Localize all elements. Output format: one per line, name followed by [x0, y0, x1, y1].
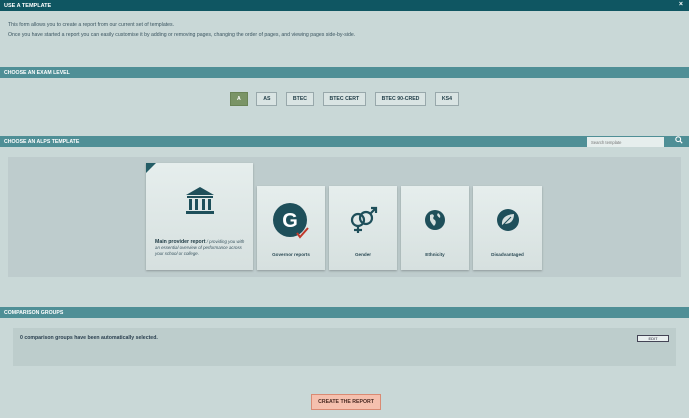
create-report-button[interactable]: CREATE THE REPORT — [311, 394, 381, 410]
template-card-ethnicity[interactable]: Ethnicity — [401, 186, 469, 270]
ethnicity-caption: Ethnicity — [425, 252, 445, 257]
search-icon[interactable] — [673, 136, 684, 147]
gender-icon — [348, 206, 378, 239]
dialog-title: USE A TEMPLATE — [4, 3, 52, 9]
exam-level-buttons: A AS BTEC BTEC CERT BTEC 90-CRED KS4 — [0, 92, 689, 110]
governor-caption: Governor reports — [272, 252, 310, 257]
disadvantaged-caption: Disadvantaged — [491, 252, 524, 257]
level-button-btec[interactable]: BTEC — [285, 92, 315, 106]
close-icon[interactable]: × — [679, 1, 683, 8]
gender-caption: Gender — [354, 252, 372, 257]
comparison-status: 0 comparison groups have been automatica… — [20, 335, 158, 341]
svg-text:G: G — [282, 210, 298, 232]
level-button-ks4[interactable]: KS4 — [434, 92, 459, 106]
institution-icon — [183, 185, 217, 222]
comparison-groups-heading: COMPARISON GROUPS — [0, 307, 689, 318]
level-button-a[interactable]: A — [230, 92, 248, 106]
dialog-title-bar: USE A TEMPLATE × — [0, 0, 689, 11]
template-card-main-provider[interactable]: Main provider report / providing you wit… — [146, 163, 253, 270]
intro-line-1: This form allows you to create a report … — [8, 22, 175, 28]
edit-button[interactable]: EDIT — [637, 335, 669, 342]
alps-template-heading: CHOOSE AN ALPS TEMPLATE — [0, 136, 689, 147]
main-report-title: Main provider report — [155, 239, 206, 245]
template-card-governor[interactable]: G Governor reports — [257, 186, 325, 270]
level-button-btec-90-cred[interactable]: BTEC 90-CRED — [374, 92, 427, 106]
governor-g-icon: G — [272, 202, 310, 245]
intro-text: This form allows you to create a report … — [8, 20, 355, 40]
selected-corner-marker — [146, 163, 156, 173]
globe-icon — [423, 208, 447, 237]
intro-line-2: Once you have started a report you can e… — [8, 32, 356, 38]
main-report-description: Main provider report / providing you wit… — [155, 239, 249, 258]
exam-level-heading: CHOOSE AN EXAM LEVEL — [0, 67, 689, 78]
level-button-as[interactable]: AS — [256, 92, 278, 106]
leaf-icon — [496, 208, 520, 237]
template-card-disadvantaged[interactable]: Disadvantaged — [473, 186, 542, 270]
level-button-btec-cert[interactable]: BTEC CERT — [322, 92, 367, 106]
comparison-panel: 0 comparison groups have been automatica… — [13, 328, 676, 366]
template-card-gender[interactable]: Gender — [329, 186, 397, 270]
template-search-input[interactable] — [587, 137, 664, 147]
